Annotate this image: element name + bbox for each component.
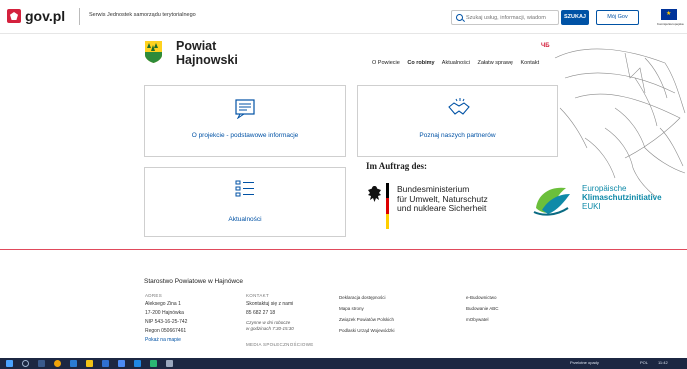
news-list-icon xyxy=(235,180,254,197)
input-language[interactable]: POL xyxy=(640,360,648,365)
gov-subtitle: Serwis Jednostek samorządu terytorialneg… xyxy=(89,12,196,18)
footer-links-2: e-Budownictwo Budowanie ABC mObywatel xyxy=(466,292,499,325)
explorer-icon[interactable] xyxy=(86,360,93,367)
footer-title: Starostwo Powiatowe w Hajnówce xyxy=(144,278,243,285)
card-o-projekcie[interactable]: O projekcie - podstawowe informacje xyxy=(144,85,346,157)
moj-gov-button[interactable]: Mój Gov xyxy=(596,10,639,25)
language-switch[interactable]: ЧБ xyxy=(541,43,550,49)
handshake-icon xyxy=(448,98,470,115)
nav-item-kontakt[interactable]: Kontakt xyxy=(520,60,539,66)
ministry-name: Bundesministerium für Umwelt, Naturschut… xyxy=(397,184,488,214)
euki-name: Europäische Klimaschutzinitiative EUKI xyxy=(582,184,662,211)
euki-line: Klimaschutzinitiative xyxy=(582,193,662,202)
euki-logo-icon xyxy=(533,187,570,216)
eu-caption: Komisja Europejska xyxy=(657,22,684,26)
edge-icon[interactable] xyxy=(70,360,77,367)
footer-link[interactable]: Deklaracja dostępności xyxy=(339,292,394,303)
chrome-icon[interactable] xyxy=(54,360,61,367)
app-icon[interactable] xyxy=(150,360,157,367)
nav-item-aktualnosci[interactable]: Aktualności xyxy=(442,60,470,66)
search-input[interactable] xyxy=(466,12,558,23)
address-line: Regon 050667461 xyxy=(145,328,187,334)
nav-item-o-powiecie[interactable]: O Powiecie xyxy=(372,60,400,66)
card-partnerzy[interactable]: Poznaj naszych partnerów xyxy=(357,85,558,157)
section-divider xyxy=(0,249,687,250)
windows-taskbar: Przelotne opady POL 11:42 xyxy=(0,358,687,369)
footer-link[interactable]: Związek Powiatów Polskich xyxy=(339,314,394,325)
gov-eagle-logo-icon[interactable] xyxy=(7,9,21,23)
document-icon xyxy=(235,99,255,119)
euki-line: Europäische xyxy=(582,184,627,193)
footer-link[interactable]: mObywatel xyxy=(466,314,499,325)
social-media-heading: MEDIA SPOŁECZNOŚCIOWE xyxy=(246,342,314,347)
card-label: Aktualności xyxy=(228,216,262,223)
euki-line: EUKI xyxy=(582,202,601,211)
taskbar-search-icon[interactable] xyxy=(22,360,29,367)
contact-phone[interactable]: 85 682 27 18 xyxy=(246,309,314,318)
footer-address: ADRES Aleksego Zina 1 17-200 Hajnówka NI… xyxy=(145,291,187,345)
site-title-line2: Hajnowski xyxy=(176,52,238,67)
powiat-crest-icon[interactable] xyxy=(145,41,162,63)
address-line: 17-200 Hajnówka xyxy=(145,310,184,316)
footer-contact: KONTAKT Skontaktuj się z nami 85 682 27 … xyxy=(246,291,314,349)
outlook-icon[interactable] xyxy=(134,360,141,367)
contact-heading: KONTAKT xyxy=(246,293,270,298)
footer-link[interactable]: Budowanie ABC xyxy=(466,303,499,314)
contact-link[interactable]: Skontaktuj się z nami xyxy=(246,300,314,309)
mail-icon[interactable] xyxy=(118,360,125,367)
nav-item-co-robimy[interactable]: Co robimy xyxy=(407,60,434,66)
gov-top-bar: gov.pl Serwis Jednostek samorządu teryto… xyxy=(0,0,687,34)
footer-link[interactable]: e-Budownictwo xyxy=(466,292,499,303)
weather-text[interactable]: Przelotne opady xyxy=(570,360,599,365)
forest-sketch-illustration xyxy=(554,48,686,197)
footer-link[interactable]: Podlaski Urząd Wojewódzki xyxy=(339,325,394,336)
ministry-line: und nukleare Sicherheit xyxy=(397,203,487,213)
address-line: Aleksego Zina 1 xyxy=(145,301,181,307)
site-title[interactable]: Powiat Hajnowski xyxy=(176,39,238,67)
address-line: NIP 543-16-25-742 xyxy=(145,319,188,325)
task-view-icon[interactable] xyxy=(38,360,45,367)
start-icon[interactable] xyxy=(6,360,13,367)
app-icon[interactable] xyxy=(166,360,173,367)
footer-link[interactable]: Mapa strony xyxy=(339,303,394,314)
store-icon[interactable] xyxy=(102,360,109,367)
card-label: O projekcie - podstawowe informacje xyxy=(191,132,299,139)
site-title-line1: Powiat xyxy=(176,39,217,53)
search-field[interactable] xyxy=(451,10,559,25)
german-flag-bar xyxy=(386,183,389,229)
funding-heading: Im Auftrag des: xyxy=(366,161,427,171)
card-label: Poznaj naszych partnerów xyxy=(419,132,496,139)
main-nav: O Powiecie Co robimy Aktualności Załatw … xyxy=(372,60,545,66)
clock[interactable]: 11:42 xyxy=(658,360,668,365)
search-icon xyxy=(456,14,463,21)
map-link[interactable]: Pokaż na mapie xyxy=(145,336,187,345)
german-eagle-icon xyxy=(368,186,381,202)
footer-links-1: Deklaracja dostępności Mapa strony Związ… xyxy=(339,292,394,336)
eu-flag-icon xyxy=(661,9,677,20)
contact-hours: w godzinach 7:30-15:30 xyxy=(246,326,294,331)
divider xyxy=(79,8,80,25)
card-aktualnosci[interactable]: Aktualności xyxy=(144,167,346,237)
nav-item-zalatw-sprawe[interactable]: Załatw sprawę xyxy=(477,60,512,66)
search-button[interactable]: SZUKAJ xyxy=(561,10,589,25)
gov-brand[interactable]: gov.pl xyxy=(25,8,65,24)
address-heading: ADRES xyxy=(145,293,163,298)
